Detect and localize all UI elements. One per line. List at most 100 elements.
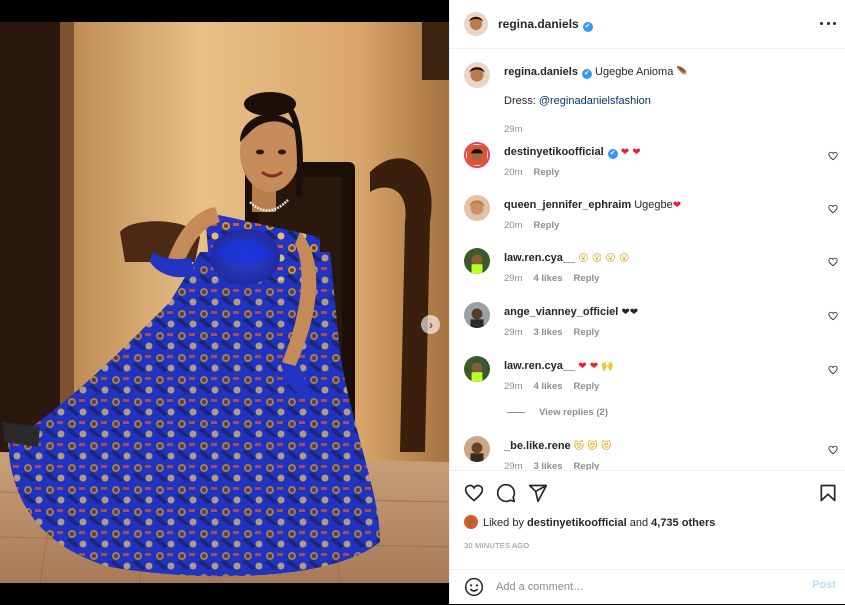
caption-text: regina.daniels ✔ Ugegbe Anioma 🪶 [504,66,689,79]
commenter-avatar[interactable] [464,248,490,274]
heart-icon[interactable] [464,483,484,503]
comment-emoji: ❤ ❤ [620,147,641,158]
reply-button[interactable]: Reply [574,273,600,284]
comment-time: 29m [504,381,523,392]
comment-username[interactable]: law.ren.cya__ [504,360,575,372]
author-username[interactable]: regina.daniels ✔ [498,17,593,32]
comment-text: law.ren.cya__ 😮 😮 😮 😮 [504,252,629,264]
liked-by-count[interactable]: 4,735 others [651,517,715,529]
next-image-button[interactable]: › [421,315,440,334]
reply-button[interactable]: Reply [574,461,600,470]
post-sidebar: regina.daniels ✔ regina.daniels ✔ Ugegbe A… [449,0,845,604]
comments-list[interactable]: regina.daniels ✔ Ugegbe Anioma 🪶 Dress: @… [450,50,845,470]
reply-button[interactable]: Reply [533,220,559,231]
comment-time: 29m [504,327,523,338]
avatar-image [464,302,490,328]
comment-icon[interactable] [496,483,516,503]
heart-icon[interactable] [828,365,838,375]
commenter-avatar[interactable] [464,302,490,328]
verified-badge-icon: ✔ [607,149,618,159]
share-icon[interactable] [528,483,548,503]
reply-button[interactable]: Reply [574,381,600,392]
caption-time: 29m [504,124,533,135]
comment-body: Ugegbe [634,199,673,211]
avatar-image [467,145,487,165]
post-actions: Liked by destinyetikoofficial and 4,735 … [450,470,845,604]
comment-time: 29m [504,461,523,470]
reply-button[interactable]: Reply [574,327,600,338]
heart-icon[interactable] [828,445,838,455]
caption-body: Ugegbe Anioma [595,66,674,78]
heart-icon[interactable] [828,204,838,214]
caption-timestamp: 29m [504,124,523,135]
liked-by-prefix: Liked by [483,517,528,529]
post-comment-button[interactable]: Post [812,579,836,591]
comment-text: ange_vianney_officiel ❤❤ [504,306,638,318]
author-username-text[interactable]: regina.daniels [498,17,579,31]
comment-time: 20m [504,167,523,178]
comment-meta: 29m 3 likes Reply [504,327,610,338]
author-avatar[interactable] [464,12,488,36]
heart-icon[interactable] [828,311,838,321]
comment-meta: 29m 4 likes Reply [504,381,610,392]
avatar-image [464,515,478,529]
post-timestamp: 30 MINUTES AGO [464,541,530,550]
caption-emoji: 🪶 [676,67,689,78]
comment-meta: 20m Reply [504,220,570,231]
avatar-image [464,356,490,382]
add-comment-bar: Post [450,569,845,605]
comment-username[interactable]: law.ren.cya__ [504,252,575,264]
avatar-image [464,248,490,274]
comment-emoji: 😮 😮 😮 😮 [578,253,630,264]
post-image[interactable]: › [0,22,449,583]
dot-icon [833,21,836,25]
heart-icon[interactable] [828,151,838,161]
verified-badge-icon: ✔ [581,69,592,79]
comment-username[interactable]: destinyetikoofficial [504,146,604,158]
comment-username[interactable]: _be.like.rene [504,440,571,452]
view-replies-button[interactable]: View replies (2) [507,407,608,418]
commenter-avatar[interactable] [464,356,490,382]
liked-by-username[interactable]: destinyetikoofficial [527,517,627,529]
verified-badge-icon: ✔ [582,22,593,32]
comment-likes-count[interactable]: 4 likes [533,381,562,392]
avatar-image [464,436,490,462]
comment-text: _be.like.rene 😻 😻 😻 [504,440,611,452]
comment-username[interactable]: queen_jennifer_ephraim [504,199,631,211]
replies-divider [507,411,525,413]
comment-text: destinyetikoofficial ✔ ❤ ❤ [504,146,641,159]
liked-by-summary[interactable]: Liked by destinyetikoofficial and 4,735 … [464,515,715,531]
comment-likes-count[interactable]: 3 likes [533,461,562,470]
smiley-icon[interactable] [464,577,484,597]
instagram-post-modal: › regina.daniels ✔ regina.daniels ✔ Ugeg… [0,0,845,604]
comment-input[interactable] [496,577,796,597]
comment-text: queen_jennifer_ephraim Ugegbe❤ [504,199,681,211]
caption-author-avatar[interactable] [464,62,490,88]
comment-meta: 29m 3 likes Reply [504,461,610,470]
bookmark-icon[interactable] [818,483,838,503]
caption-username[interactable]: regina.daniels [504,66,578,78]
comment-likes-count[interactable]: 3 likes [533,327,562,338]
comment-text: law.ren.cya__ ❤ ❤ 🙌 [504,360,614,372]
more-options-button[interactable] [820,17,836,29]
view-replies-label[interactable]: View replies (2) [539,407,608,418]
comment-emoji: ❤ [672,200,682,211]
avatar-image [464,12,488,36]
avatar-image [464,62,490,88]
commenter-avatar[interactable] [464,195,490,221]
post-photo [0,22,449,583]
commenter-avatar[interactable] [464,142,490,168]
commenter-avatar[interactable] [464,436,490,462]
comment-emoji: ❤ ❤ 🙌 [578,361,614,372]
comment-likes-count[interactable]: 4 likes [533,273,562,284]
liked-by-and: and [626,517,652,529]
comment-time: 20m [504,220,523,231]
dot-icon [820,21,823,25]
reply-button[interactable]: Reply [533,167,559,178]
comment-time: 29m [504,273,523,284]
post-header: regina.daniels ✔ [450,0,845,49]
comment-username[interactable]: ange_vianney_officiel [504,306,618,318]
caption-mention-link[interactable]: @reginadanielsfashion [539,95,651,107]
heart-icon[interactable] [828,257,838,267]
caption-dress-prefix: Dress: [504,95,539,107]
